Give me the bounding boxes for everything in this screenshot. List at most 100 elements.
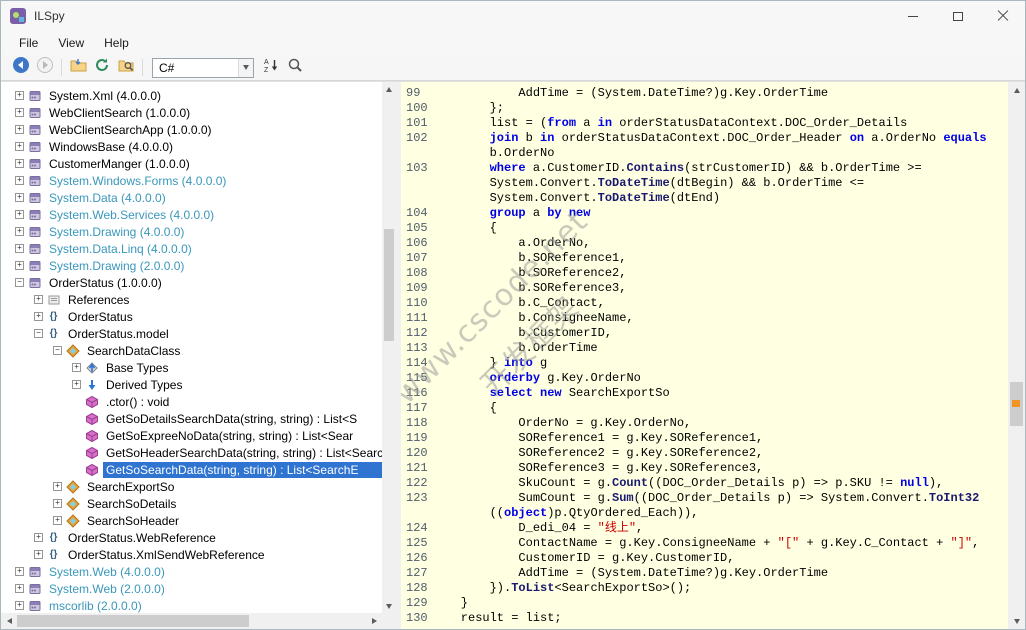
scroll-down-button[interactable] — [1008, 613, 1025, 629]
expand-icon[interactable]: + — [34, 312, 43, 321]
expand-icon[interactable]: + — [53, 516, 62, 525]
tree-item[interactable]: + System.Drawing (4.0.0.0) — [1, 223, 382, 240]
tree-item[interactable]: + WebClientSearch (1.0.0.0) — [1, 104, 382, 121]
code-line: 103 where a.CustomerID.Contains(strCusto… — [401, 161, 1008, 176]
line-number: 126 — [406, 551, 428, 565]
expand-icon[interactable]: + — [15, 91, 24, 100]
code-line: 125 ContactName = g.Key.ConsigneeName + … — [401, 536, 1008, 551]
tree-item[interactable]: + SearchSoDetails — [1, 495, 382, 512]
tree-item[interactable]: + System.Data (4.0.0.0) — [1, 189, 382, 206]
maximize-button[interactable] — [935, 1, 980, 31]
expand-icon[interactable]: + — [15, 176, 24, 185]
tree-item-label: WebClientSearch (1.0.0.0) — [49, 105, 191, 120]
titlebar[interactable]: ILSpy — [1, 1, 1025, 31]
tree-item[interactable]: − OrderStatus (1.0.0.0) — [1, 274, 382, 291]
tree-item[interactable]: + {} OrderStatus.WebReference — [1, 529, 382, 546]
code-vertical-scrollbar[interactable] — [1008, 82, 1025, 629]
tree-item[interactable]: + mscorlib (2.0.0.0) — [1, 597, 382, 613]
tree-item[interactable]: + WindowsBase (4.0.0.0) — [1, 138, 382, 155]
collapse-icon[interactable]: − — [34, 329, 43, 338]
tree-item[interactable]: −{} OrderStatus.model — [1, 325, 382, 342]
tree-item-label: OrderStatus.model — [68, 326, 169, 341]
maximize-icon — [952, 11, 963, 21]
tree-item[interactable]: + System.Web (4.0.0.0) — [1, 563, 382, 580]
minimize-button[interactable] — [890, 1, 935, 31]
forward-button[interactable] — [33, 57, 57, 79]
expand-icon[interactable]: + — [53, 482, 62, 491]
collapse-icon[interactable]: − — [53, 346, 62, 355]
tree-item[interactable]: .ctor() : void — [1, 393, 382, 410]
reload-button[interactable] — [90, 57, 114, 79]
tree-item[interactable]: GetSoExpreeNoData(string, string) : List… — [1, 427, 382, 444]
line-number: 108 — [406, 266, 428, 280]
expand-icon[interactable]: + — [15, 125, 24, 134]
tree-item[interactable]: + System.Web (2.0.0.0) — [1, 580, 382, 597]
tree-item[interactable]: GetSoDetailsSearchData(string, string) :… — [1, 410, 382, 427]
expand-icon[interactable]: + — [15, 601, 24, 610]
tree-item[interactable]: + CustomerManger (1.0.0.0) — [1, 155, 382, 172]
expand-icon[interactable]: + — [15, 567, 24, 576]
tree-vertical-scrollbar[interactable] — [382, 82, 396, 613]
expand-icon[interactable]: + — [15, 584, 24, 593]
expand-icon[interactable]: + — [53, 499, 62, 508]
search-button[interactable] — [283, 57, 307, 79]
tree-item[interactable]: GetSoHeaderSearchData(string, string) : … — [1, 444, 382, 461]
tree-item-label: GetSoDetailsSearchData(string, string) :… — [106, 411, 358, 426]
tree-item-label: OrderStatus.XmlSendWebReference — [68, 547, 265, 562]
chevron-down-icon[interactable] — [238, 58, 253, 77]
scroll-up-button[interactable] — [1008, 82, 1025, 98]
sort-assemblies-button[interactable]: AZ — [259, 57, 283, 79]
close-button[interactable] — [980, 1, 1025, 31]
tree-horizontal-scrollbar[interactable] — [1, 613, 382, 629]
namespace-icon: {} — [49, 532, 58, 543]
expand-icon[interactable]: + — [34, 295, 43, 304]
collapse-icon[interactable]: − — [15, 278, 24, 287]
open-from-gac-button[interactable] — [114, 57, 138, 79]
menu-file[interactable]: File — [9, 33, 48, 53]
tree-item[interactable]: + System.Web.Services (4.0.0.0) — [1, 206, 382, 223]
tree-item[interactable]: + SearchSoHeader — [1, 512, 382, 529]
expand-icon[interactable]: + — [15, 193, 24, 202]
scroll-up-button[interactable] — [382, 82, 396, 96]
expand-icon[interactable]: + — [72, 363, 81, 372]
expand-icon[interactable]: + — [34, 533, 43, 542]
tree-item[interactable]: + {} OrderStatus — [1, 308, 382, 325]
language-select[interactable]: C# — [152, 57, 254, 78]
expand-icon[interactable]: + — [72, 380, 81, 389]
tree-item[interactable]: + References — [1, 291, 382, 308]
expand-icon[interactable]: + — [15, 261, 24, 270]
scroll-left-button[interactable] — [1, 613, 17, 629]
open-file-button[interactable] — [66, 57, 90, 79]
tree-item[interactable]: + SearchExportSo — [1, 478, 382, 495]
expand-icon[interactable]: + — [15, 108, 24, 117]
scrollbar-thumb[interactable] — [17, 615, 249, 627]
tree-item[interactable]: − SearchDataClass — [1, 342, 382, 359]
tree-item[interactable]: GetSoSearchData(string, string) : List<S… — [1, 461, 382, 478]
back-button[interactable] — [9, 57, 33, 79]
scrollbar-thumb[interactable] — [384, 229, 394, 341]
tree-item[interactable]: + System.Data.Linq (4.0.0.0) — [1, 240, 382, 257]
expand-icon[interactable]: + — [15, 227, 24, 236]
tree-item[interactable]: + Derived Types — [1, 376, 382, 393]
code-view[interactable]: 99 AddTime = (System.DateTime?)g.Key.Ord… — [401, 82, 1008, 629]
scroll-right-button[interactable] — [366, 613, 382, 629]
tree-item[interactable]: + {} OrderStatus.XmlSendWebReference — [1, 546, 382, 563]
code-line: 120 SOReference2 = g.Key.SOReference2, — [401, 446, 1008, 461]
expand-icon[interactable]: + — [15, 142, 24, 151]
code-line: 119 SOReference1 = g.Key.SOReference1, — [401, 431, 1008, 446]
tree-item[interactable]: + System.Windows.Forms (4.0.0.0) — [1, 172, 382, 189]
expand-icon[interactable]: + — [15, 210, 24, 219]
menu-help[interactable]: Help — [94, 33, 139, 53]
assembly-tree[interactable]: + System.Xml (4.0.0.0) + WebClientSearch (1… — [1, 82, 382, 613]
expand-icon[interactable]: + — [15, 159, 24, 168]
tree-item[interactable]: + Base Types — [1, 359, 382, 376]
tree-item[interactable]: + System.Drawing (2.0.0.0) — [1, 257, 382, 274]
code-line: System.Convert.ToDateTime(dtEnd) — [432, 191, 721, 205]
expand-icon[interactable]: + — [34, 550, 43, 559]
menubar: File View Help — [1, 31, 1025, 55]
tree-item[interactable]: + System.Xml (4.0.0.0) — [1, 87, 382, 104]
tree-item[interactable]: + WebClientSearchApp (1.0.0.0) — [1, 121, 382, 138]
scroll-down-button[interactable] — [382, 599, 396, 613]
menu-view[interactable]: View — [48, 33, 94, 53]
expand-icon[interactable]: + — [15, 244, 24, 253]
